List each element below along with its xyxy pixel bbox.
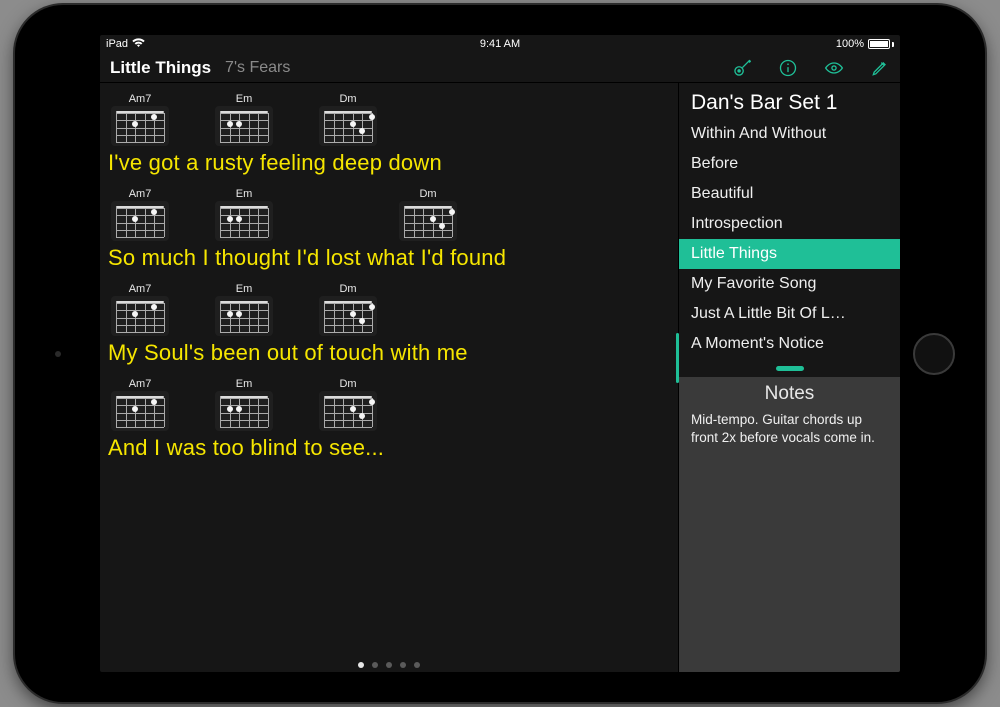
song-list-item[interactable]: Just A Little Bit Of L… — [679, 299, 900, 329]
status-bar: iPad 9:41 AM 100% — [100, 35, 900, 53]
page-dot[interactable] — [386, 662, 392, 668]
song-list-item[interactable]: Introspection — [679, 209, 900, 239]
chord-row: Am7 Em Dm — [108, 378, 670, 431]
guitar-icon[interactable] — [732, 58, 752, 78]
chord-label: Am7 — [129, 378, 152, 390]
home-button[interactable] — [913, 333, 955, 375]
chord-label: Em — [236, 93, 253, 105]
chord-diagram: Dm — [316, 93, 380, 146]
notes-body: Mid-tempo. Guitar chords up front 2x bef… — [691, 411, 888, 447]
chord-row: Am7 Em Dm — [108, 188, 670, 241]
device-label: iPad — [106, 38, 128, 50]
fretboard — [215, 106, 273, 146]
fretboard — [111, 201, 169, 241]
chord-label: Am7 — [129, 93, 152, 105]
song-list-item[interactable]: Beautiful — [679, 179, 900, 209]
chord-label: Em — [236, 378, 253, 390]
song-list-item[interactable]: Little Things — [679, 239, 900, 269]
fretboard — [319, 296, 377, 336]
chord-row: Am7 Em Dm — [108, 283, 670, 336]
notes-title: Notes — [691, 383, 888, 405]
chord-label: Am7 — [129, 188, 152, 200]
chord-label: Am7 — [129, 283, 152, 295]
page-dot[interactable] — [372, 662, 378, 668]
chord-diagram: Dm — [316, 378, 380, 431]
lyric-line: And I was too blind to see... — [108, 435, 670, 461]
chord-label: Dm — [339, 93, 356, 105]
chord-diagram: Am7 — [108, 188, 172, 241]
song-title: Little Things — [110, 58, 211, 78]
chord-diagram: Em — [212, 93, 276, 146]
notes-drag-handle[interactable] — [679, 359, 900, 377]
chord-diagram: Em — [212, 283, 276, 336]
chord-diagram: Dm — [316, 283, 380, 336]
eye-icon[interactable] — [824, 58, 844, 78]
chord-diagram: Am7 — [108, 93, 172, 146]
chord-label: Dm — [339, 283, 356, 295]
lyric-line: So much I thought I'd lost what I'd foun… — [108, 245, 670, 271]
battery-pct: 100% — [836, 38, 864, 50]
chord-row: Am7 Em Dm — [108, 93, 670, 146]
setlist-title: Dan's Bar Set 1 — [679, 83, 900, 119]
fretboard — [111, 391, 169, 431]
song-list: Within And WithoutBeforeBeautifulIntrosp… — [679, 119, 900, 359]
wifi-icon — [132, 38, 145, 51]
pencil-icon[interactable] — [870, 58, 890, 78]
song-list-item[interactable]: Within And Without — [679, 119, 900, 149]
fretboard — [215, 201, 273, 241]
page-indicator — [358, 662, 420, 668]
fretboard — [111, 296, 169, 336]
nav-bar: Little Things 7's Fears — [100, 53, 900, 83]
clock: 9:41 AM — [480, 38, 520, 50]
battery-icon — [868, 39, 894, 49]
chord-label: Em — [236, 188, 253, 200]
song-list-item[interactable]: A Moment's Notice — [679, 329, 900, 359]
page-dot[interactable] — [358, 662, 364, 668]
chord-diagram: Dm — [396, 188, 460, 241]
page-dot[interactable] — [400, 662, 406, 668]
ipad-frame: iPad 9:41 AM 100% Little Things 7's Fear… — [15, 5, 985, 702]
chord-diagram: Am7 — [108, 283, 172, 336]
fretboard — [399, 201, 457, 241]
chord-diagram: Em — [212, 378, 276, 431]
chord-diagram: Em — [212, 188, 276, 241]
scroll-indicator — [676, 333, 679, 383]
song-list-item[interactable]: My Favorite Song — [679, 269, 900, 299]
chord-diagram: Am7 — [108, 378, 172, 431]
artist-name: 7's Fears — [225, 59, 290, 77]
screen: iPad 9:41 AM 100% Little Things 7's Fear… — [100, 35, 900, 672]
page-dot[interactable] — [414, 662, 420, 668]
sidebar: Dan's Bar Set 1 Within And WithoutBefore… — [678, 83, 900, 672]
fretboard — [111, 106, 169, 146]
camera-dot — [55, 351, 61, 357]
fretboard — [215, 296, 273, 336]
fretboard — [215, 391, 273, 431]
chord-label: Dm — [419, 188, 436, 200]
fretboard — [319, 391, 377, 431]
chord-label: Em — [236, 283, 253, 295]
notes-panel: Notes Mid-tempo. Guitar chords up front … — [679, 377, 900, 672]
lyric-line: My Soul's been out of touch with me — [108, 340, 670, 366]
lyrics-pane[interactable]: Am7 Em Dm I've got a rusty feeling deep dow… — [100, 83, 678, 672]
lyric-line: I've got a rusty feeling deep down — [108, 150, 670, 176]
song-list-item[interactable]: Before — [679, 149, 900, 179]
chord-label: Dm — [339, 378, 356, 390]
info-icon[interactable] — [778, 58, 798, 78]
fretboard — [319, 106, 377, 146]
